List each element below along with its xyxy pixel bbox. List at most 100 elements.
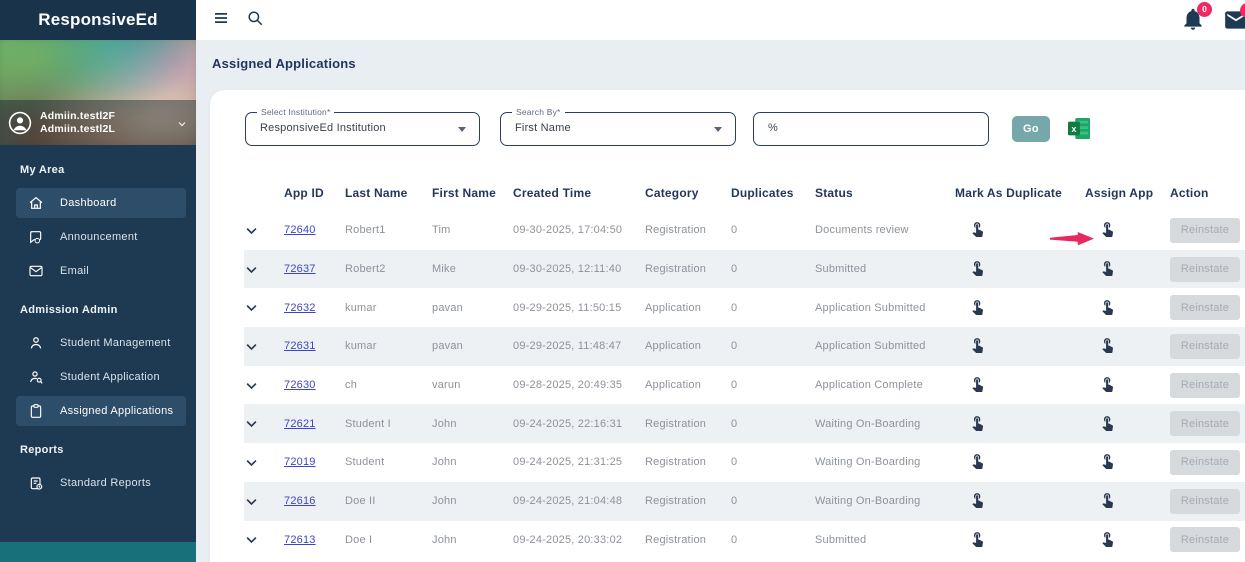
mark-as-duplicate-icon[interactable] <box>969 220 986 238</box>
search-text-input[interactable]: % <box>753 112 989 146</box>
expand-chevron-icon[interactable] <box>244 378 259 393</box>
app-id-link[interactable]: 72630 <box>284 379 316 391</box>
header-status: Status <box>815 186 853 200</box>
main-content: Assigned Applications Select Institution… <box>196 40 1245 562</box>
user-menu[interactable]: Admiin.testl2F Admiin.testl2L <box>0 100 196 145</box>
assign-app-icon[interactable] <box>1099 298 1116 315</box>
mark-as-duplicate-icon[interactable] <box>969 530 986 547</box>
assign-app-icon[interactable] <box>1099 414 1116 431</box>
expand-chevron-icon[interactable] <box>244 339 259 354</box>
assign-app-icon[interactable] <box>1099 530 1116 547</box>
dropdown-caret-icon <box>458 127 466 132</box>
mark-as-duplicate-icon[interactable] <box>969 298 986 315</box>
header-assign-app: Assign App <box>1085 186 1154 200</box>
app-id-link[interactable]: 72616 <box>284 495 316 507</box>
reinstate-button[interactable]: Reinstate <box>1170 333 1240 359</box>
sidebar-item-assigned-applications[interactable]: Assigned Applications <box>16 396 186 426</box>
expand-chevron-icon[interactable] <box>244 416 259 431</box>
cell-duplicates: 0 <box>731 495 738 508</box>
sidebar-item-label: Dashboard <box>60 197 117 209</box>
reinstate-button[interactable]: Reinstate <box>1170 488 1240 514</box>
assign-app-icon[interactable] <box>1099 336 1116 354</box>
table-row: 72637 Robert2 Mike 09-30-2025, 12:11:40 … <box>244 249 1245 289</box>
mark-as-duplicate-icon[interactable] <box>969 491 986 509</box>
cell-category: Registration <box>645 456 707 469</box>
app-id-link[interactable]: 72640 <box>284 224 316 236</box>
expand-chevron-icon[interactable] <box>244 494 259 509</box>
sidebar-item-student-management[interactable]: Student Management <box>16 328 186 358</box>
sidebar-item-email[interactable]: Email <box>16 256 186 286</box>
reinstate-button[interactable]: Reinstate <box>1170 411 1240 437</box>
assign-app-icon[interactable] <box>1099 452 1116 470</box>
cell-last-name: Student I <box>345 417 391 430</box>
cell-first-name: John <box>432 417 457 430</box>
cell-category: Registration <box>645 417 707 430</box>
reinstate-button[interactable]: Reinstate <box>1170 256 1240 282</box>
table-body: 72640 Robert1 Tim 09-30-2025, 17:04:50 R… <box>210 211 1245 559</box>
assign-app-icon[interactable] <box>1099 259 1116 277</box>
go-button[interactable]: Go <box>1012 116 1050 142</box>
sidebar-item-label: Assigned Applications <box>60 405 174 417</box>
header-app-id: App ID <box>284 186 324 200</box>
table-row: 72631 kumar pavan 09-29-2025, 11:48:47 A… <box>244 327 1245 366</box>
header-created-time: Created Time <box>513 186 592 200</box>
app-id-link[interactable]: 72621 <box>284 418 316 430</box>
expand-chevron-icon[interactable] <box>244 223 259 238</box>
mark-as-duplicate-icon[interactable] <box>969 375 986 393</box>
reinstate-button[interactable]: Reinstate <box>1170 527 1240 553</box>
sidebar-footer-strip <box>0 542 196 562</box>
expand-chevron-icon[interactable] <box>244 300 259 315</box>
sidebar-item-announcement[interactable]: Announcement <box>16 222 186 252</box>
sidebar-item-label: Student Management <box>60 337 171 349</box>
mark-as-duplicate-icon[interactable] <box>969 336 986 354</box>
clipboard-icon <box>28 403 44 419</box>
cell-status: Waiting On-Boarding <box>815 495 921 508</box>
assign-app-icon[interactable] <box>1099 220 1116 238</box>
sidebar-banner-image: Admiin.testl2F Admiin.testl2L <box>0 40 196 145</box>
sidebar-item-label: Standard Reports <box>60 477 152 489</box>
mark-as-duplicate-icon[interactable] <box>969 452 986 470</box>
cell-duplicates: 0 <box>731 456 738 469</box>
reinstate-button[interactable]: Reinstate <box>1170 295 1240 321</box>
sidebar-item-standard-reports[interactable]: Standard Reports <box>16 468 186 498</box>
cell-first-name: varun <box>432 379 461 392</box>
cell-category: Application <box>645 379 702 392</box>
table-row: 72616 Doe II John 09-24-2025, 21:04:48 R… <box>244 481 1245 521</box>
assign-app-icon[interactable] <box>1099 375 1116 393</box>
sidebar: ResponsiveEd Admiin.testl2F Admiin.testl… <box>0 0 196 562</box>
cell-last-name: kumar <box>345 301 377 314</box>
app-root: ResponsiveEd Admiin.testl2F Admiin.testl… <box>0 0 1245 562</box>
table-row: 72613 Doe I John 09-24-2025, 20:33:02 Re… <box>244 521 1245 560</box>
reinstate-button[interactable]: Reinstate <box>1170 449 1240 475</box>
messages-button[interactable] <box>1223 3 1245 33</box>
sidebar-item-student-application[interactable]: Student Application <box>16 362 186 392</box>
expand-chevron-icon[interactable] <box>244 532 259 547</box>
header-first-name: First Name <box>432 186 497 200</box>
cell-first-name: John <box>432 456 457 469</box>
table-row: 72640 Robert1 Tim 09-30-2025, 17:04:50 R… <box>244 211 1245 250</box>
reinstate-button[interactable]: Reinstate <box>1170 372 1240 398</box>
sidebar-item-dashboard[interactable]: Dashboard <box>16 188 186 218</box>
app-id-link[interactable]: 72632 <box>284 302 316 314</box>
app-id-link[interactable]: 72637 <box>284 263 316 275</box>
table-row: 72621 Student I John 09-24-2025, 22:16:3… <box>244 404 1245 444</box>
app-id-link[interactable]: 72631 <box>284 340 316 352</box>
institution-select[interactable]: Select Institution* ResponsiveEd Institu… <box>245 107 480 146</box>
mark-as-duplicate-icon[interactable] <box>969 414 986 431</box>
expand-chevron-icon[interactable] <box>244 455 259 470</box>
search-icon[interactable] <box>246 9 264 27</box>
assign-app-icon[interactable] <box>1099 491 1116 509</box>
cell-status: Submitted <box>815 533 867 546</box>
person-search-icon <box>28 369 44 385</box>
search-by-select[interactable]: Search By* First Name <box>500 107 736 146</box>
sidebar-item-label: Email <box>60 265 90 277</box>
mark-as-duplicate-icon[interactable] <box>969 259 986 277</box>
app-id-link[interactable]: 72019 <box>284 456 316 468</box>
notifications-button[interactable]: 0 <box>1180 2 1212 32</box>
excel-export-icon[interactable]: x <box>1068 118 1090 140</box>
reinstate-button[interactable]: Reinstate <box>1170 217 1240 243</box>
app-id-link[interactable]: 72613 <box>284 534 316 546</box>
cell-first-name: pavan <box>432 301 463 314</box>
expand-chevron-icon[interactable] <box>244 262 259 277</box>
hamburger-menu-icon[interactable] <box>212 9 230 27</box>
